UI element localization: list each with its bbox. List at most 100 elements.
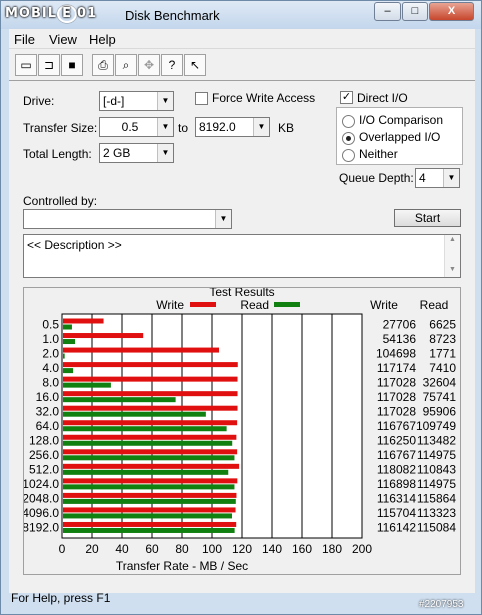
close-button[interactable]: X: [429, 2, 474, 21]
read-bar: [63, 397, 176, 403]
open-folder-icon[interactable]: ⊐: [38, 54, 60, 76]
category-label: 2048.0: [24, 492, 59, 506]
legend-read-label: Read: [240, 298, 269, 312]
x-tick-label: 60: [145, 542, 159, 556]
neither-radio[interactable]: [342, 149, 355, 162]
window-title: Disk Benchmark: [125, 8, 220, 23]
description-scrollbar[interactable]: ▲ ▼: [444, 235, 460, 277]
read-bar: [63, 382, 111, 388]
transfer-to-select[interactable]: 8192.0 ▼: [195, 117, 270, 137]
write-bar: [63, 333, 144, 339]
help-icon[interactable]: ?: [161, 54, 183, 76]
transfer-from-select[interactable]: 0.5 ▼: [99, 117, 174, 137]
write-value: 116250: [377, 434, 416, 448]
direct-io-label: Direct I/O: [357, 91, 408, 105]
chevron-down-icon: ▼: [157, 144, 173, 162]
write-bar: [63, 492, 237, 498]
read-bar: [63, 440, 233, 446]
write-value: 117028: [377, 404, 416, 418]
read-value: 32604: [423, 375, 457, 389]
read-bar: [63, 527, 235, 533]
x-tick-label: 140: [262, 542, 282, 556]
print-preview-icon[interactable]: ⌕: [115, 54, 137, 76]
read-bar: [63, 498, 236, 504]
transfer-size-label: Transfer Size:: [23, 121, 98, 135]
read-value: 6625: [429, 317, 456, 331]
write-value: 118082: [377, 463, 416, 477]
direct-io-checkbox[interactable]: ✓: [340, 91, 353, 104]
controlled-by-label: Controlled by:: [23, 194, 98, 208]
chevron-down-icon: ▼: [443, 169, 459, 187]
read-column-header: Read: [420, 298, 449, 312]
write-value: 116898: [377, 477, 416, 491]
chart-plot: 0 20 40 60 80 100 120 140 160 180 200 0.5 27706 6625 1…: [22, 298, 457, 556]
write-value: 27706: [383, 317, 417, 331]
write-value: 116314: [377, 492, 416, 506]
chart-legend: Write Read: [156, 298, 300, 312]
read-value: 114975: [417, 448, 456, 462]
watermark-logo: MOBIL E 01: [5, 5, 98, 23]
write-value: 104698: [376, 346, 416, 360]
io-mode-group: I/O Comparison Overlapped I/O Neither: [336, 107, 463, 165]
read-value: 113482: [417, 434, 456, 448]
results-chart: Test Results Write Read 0 20 40 60 80 100 120 14…: [22, 285, 457, 573]
chevron-down-icon: ▼: [253, 118, 269, 136]
read-bar: [63, 513, 232, 519]
legend-write-label: Write: [156, 298, 184, 312]
move-icon[interactable]: ✥: [138, 54, 160, 76]
read-bar: [63, 426, 227, 432]
save-icon[interactable]: ■: [61, 54, 83, 76]
write-bar: [63, 434, 237, 440]
read-bar: [63, 411, 206, 417]
to-label: to: [178, 121, 189, 135]
menu-view[interactable]: View: [49, 32, 77, 47]
drive-value: [-d-]: [103, 94, 125, 108]
write-value: 54136: [383, 332, 417, 346]
chevron-down-icon: ▼: [215, 210, 231, 228]
print-icon[interactable]: ⎙: [92, 54, 114, 76]
queue-depth-label: Queue Depth:: [339, 171, 414, 185]
x-tick-label: 20: [85, 542, 99, 556]
write-bar: [63, 376, 238, 382]
x-tick-label: 120: [232, 542, 252, 556]
read-value: 7410: [429, 361, 456, 375]
start-button[interactable]: Start: [394, 209, 461, 227]
minimize-button[interactable]: –: [374, 2, 401, 21]
category-label: 512.0: [29, 463, 59, 477]
toolbar: ▭ ⊐ ■ ⎙ ⌕ ✥ ? ↖: [9, 51, 475, 81]
write-column-header: Write: [370, 298, 398, 312]
category-label: 1.0: [42, 332, 59, 346]
context-help-icon[interactable]: ↖: [184, 54, 206, 76]
menu-help[interactable]: Help: [89, 32, 116, 47]
total-length-select[interactable]: 2 GB ▼: [99, 143, 174, 163]
write-bar: [63, 420, 238, 426]
overlapped-io-radio[interactable]: [342, 132, 355, 145]
menu-file[interactable]: File: [14, 32, 35, 47]
x-tick-label: 100: [202, 542, 222, 556]
read-value: 109749: [416, 419, 456, 433]
write-value: 115704: [377, 506, 416, 520]
category-label: 128.0: [29, 434, 59, 448]
category-label: 64.0: [36, 419, 60, 433]
total-length-value: 2 GB: [103, 146, 131, 160]
read-bar: [63, 484, 235, 490]
force-write-checkbox[interactable]: [195, 92, 208, 105]
unit-label: KB: [278, 121, 295, 135]
menu-bar: File View Help: [9, 29, 475, 49]
io-comparison-radio[interactable]: [342, 115, 355, 128]
controlled-by-select[interactable]: ▼: [23, 209, 232, 229]
maximize-button[interactable]: □: [402, 2, 428, 21]
title-bar[interactable]: MOBIL E 01 Disk Benchmark – □ X: [1, 1, 481, 29]
chevron-down-icon: ▼: [157, 92, 173, 110]
x-tick-label: 80: [175, 542, 189, 556]
description-text: << Description >>: [27, 238, 122, 252]
transfer-from-value: 0.5: [121, 120, 139, 134]
description-box[interactable]: << Description >> ▲ ▼: [23, 234, 461, 278]
category-label: 4.0: [42, 361, 59, 375]
queue-depth-select[interactable]: 4 ▼: [415, 168, 460, 188]
x-tick-label: 0: [59, 542, 66, 556]
drive-select[interactable]: [-d-] ▼: [99, 91, 174, 111]
read-bar: [63, 339, 76, 345]
read-bar: [63, 324, 72, 330]
new-file-icon[interactable]: ▭: [15, 54, 37, 76]
